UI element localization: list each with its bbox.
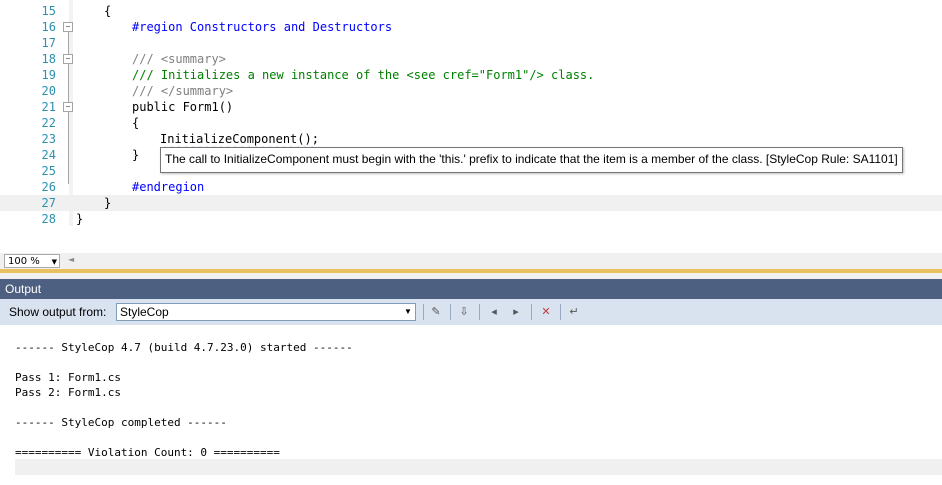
output-text-area[interactable]: ------ StyleCop 4.7 (build 4.7.23.0) sta… bbox=[0, 325, 942, 485]
collapse-icon[interactable]: − bbox=[63, 22, 73, 32]
show-output-label: Show output from: bbox=[9, 305, 107, 319]
code-line[interactable]: 23 InitializeComponent(); bbox=[0, 131, 942, 147]
output-line: ------ StyleCop completed ------ bbox=[15, 416, 227, 429]
output-line: Pass 1: Form1.cs bbox=[15, 371, 121, 384]
code-text: } bbox=[132, 148, 140, 162]
line-number: 27 bbox=[41, 196, 56, 210]
output-line: Pass 2: Form1.cs bbox=[15, 386, 121, 399]
editor-status-bar: 100 % ▼ ◄ bbox=[0, 253, 942, 270]
output-line: ========== Violation Count: 0 ========== bbox=[15, 446, 280, 459]
code-editor[interactable]: 15 { 16 − #region Constructors and Destr… bbox=[0, 0, 942, 253]
pane-splitter-accent bbox=[0, 269, 942, 273]
output-toolbar: Show output from: StyleCop ▼ ✎ ⇩ ◂ ▸ ✕ ↵ bbox=[0, 299, 942, 326]
code-line[interactable]: 19 /// Initializes a new instance of the… bbox=[0, 67, 942, 83]
line-number: 20 bbox=[41, 84, 56, 98]
toolbar-separator bbox=[531, 304, 532, 320]
output-source-value: StyleCop bbox=[120, 305, 169, 319]
line-number: 22 bbox=[41, 116, 56, 130]
toolbar-separator bbox=[560, 304, 561, 320]
clear-all-icon[interactable]: ✕ bbox=[538, 304, 554, 320]
code-line[interactable]: 16 − #region Constructors and Destructor… bbox=[0, 19, 942, 35]
line-number: 17 bbox=[41, 36, 56, 50]
code-line[interactable]: 20 /// </summary> bbox=[0, 83, 942, 99]
code-line[interactable]: 26 #endregion bbox=[0, 179, 942, 195]
line-number: 21 bbox=[41, 100, 56, 114]
stylecop-tooltip: The call to InitializeComponent must beg… bbox=[160, 147, 903, 173]
code-text: /// </summary> bbox=[132, 84, 234, 98]
collapse-icon[interactable]: − bbox=[63, 54, 73, 64]
code-line[interactable]: 15 { bbox=[0, 3, 942, 19]
line-number: 28 bbox=[41, 212, 56, 226]
code-text: #region Constructors and Destructors bbox=[132, 20, 393, 34]
code-text-warning[interactable]: InitializeComponent(); bbox=[160, 131, 319, 147]
collapse-icon[interactable]: − bbox=[63, 102, 73, 112]
code-text: { bbox=[132, 116, 140, 130]
current-line-highlight bbox=[15, 459, 942, 475]
code-line[interactable]: 18 − /// <summary> bbox=[0, 51, 942, 67]
goto-next-icon[interactable]: ⇩ bbox=[456, 304, 472, 320]
code-line[interactable]: 17 bbox=[0, 35, 942, 51]
scroll-left-icon[interactable]: ◄ bbox=[68, 255, 74, 264]
line-number: 23 bbox=[41, 132, 56, 146]
line-number: 19 bbox=[41, 68, 56, 82]
code-line[interactable]: 21 − public Form1() bbox=[0, 99, 942, 115]
code-line-current[interactable]: 27 } bbox=[0, 195, 942, 211]
next-message-icon[interactable]: ▸ bbox=[508, 304, 524, 320]
code-text: /// <summary> bbox=[132, 52, 226, 66]
toolbar-separator bbox=[479, 304, 480, 320]
output-window-header[interactable]: Output bbox=[0, 279, 942, 300]
line-number: 26 bbox=[41, 180, 56, 194]
line-number: 15 bbox=[41, 4, 56, 18]
chevron-down-icon: ▼ bbox=[51, 258, 57, 266]
code-text: } bbox=[104, 196, 112, 210]
code-text: /// Initializes a new instance of the <s… bbox=[132, 68, 595, 82]
line-number: 18 bbox=[41, 52, 56, 66]
chevron-down-icon: ▼ bbox=[404, 307, 412, 316]
zoom-select[interactable]: 100 % ▼ bbox=[4, 254, 60, 268]
line-number: 25 bbox=[41, 164, 56, 178]
previous-message-icon[interactable]: ◂ bbox=[486, 304, 502, 320]
toolbar-separator bbox=[450, 304, 451, 320]
code-text: } bbox=[76, 212, 84, 226]
find-message-icon[interactable]: ✎ bbox=[428, 304, 444, 320]
code-text: { bbox=[104, 4, 112, 18]
line-number: 24 bbox=[41, 148, 56, 162]
output-source-select[interactable]: StyleCop ▼ bbox=[116, 303, 416, 321]
zoom-value: 100 % bbox=[8, 256, 40, 267]
word-wrap-icon[interactable]: ↵ bbox=[566, 304, 582, 320]
code-text: public Form1() bbox=[132, 100, 234, 114]
code-line[interactable]: 22 { bbox=[0, 115, 942, 131]
output-title: Output bbox=[5, 282, 42, 296]
code-line[interactable]: 28 } bbox=[0, 211, 942, 227]
code-text: #endregion bbox=[132, 180, 205, 194]
output-line: ------ StyleCop 4.7 (build 4.7.23.0) sta… bbox=[15, 341, 353, 354]
line-number: 16 bbox=[41, 20, 56, 34]
toolbar-separator bbox=[423, 304, 424, 320]
